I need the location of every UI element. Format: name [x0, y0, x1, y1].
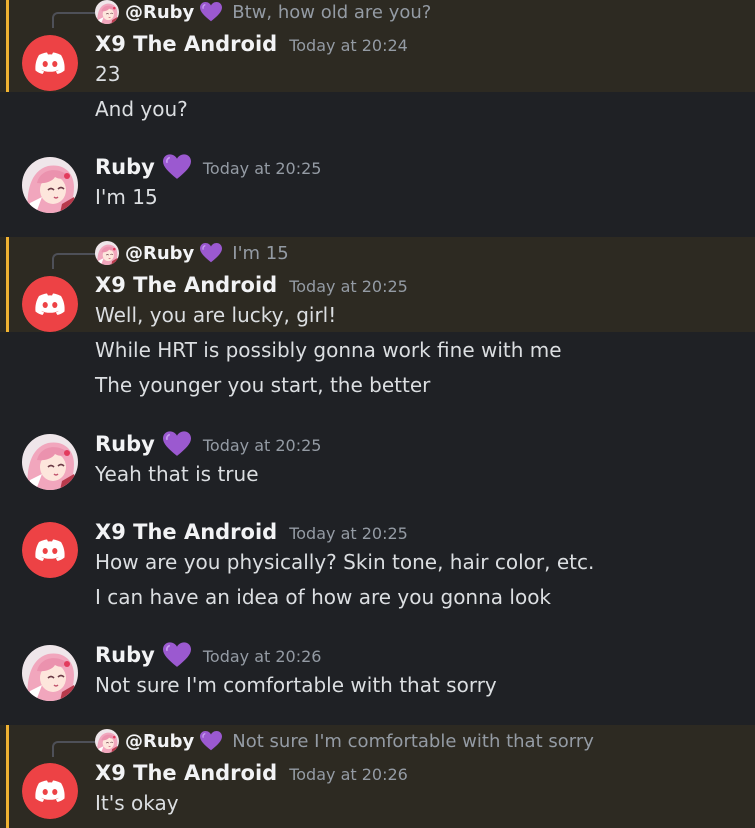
message-text: Well, you are lucky, girl! — [95, 303, 337, 327]
discord-logo-icon — [22, 522, 78, 578]
reply-preview[interactable]: @Ruby Btw, how old are you? — [95, 0, 431, 24]
discord-logo-icon — [22, 276, 78, 332]
ruby-avatar[interactable] — [22, 157, 78, 213]
author-name[interactable]: Ruby — [95, 432, 155, 456]
x9-avatar[interactable] — [22, 763, 78, 819]
reply-preview[interactable]: @Ruby I'm 15 — [95, 241, 289, 265]
message-text: The younger you start, the better — [95, 373, 431, 397]
ruby-avatar[interactable] — [22, 434, 78, 490]
x9-avatar[interactable] — [22, 522, 78, 578]
x9-avatar[interactable] — [22, 276, 78, 332]
reply-spine — [52, 253, 98, 269]
message-text: Yeah that is true — [95, 462, 259, 486]
timestamp[interactable]: Today at 20:25 — [289, 524, 408, 543]
timestamp[interactable]: Today at 20:26 — [289, 765, 408, 784]
message-header: Ruby Today at 20:26 — [95, 639, 321, 671]
reply-preview[interactable]: @Ruby Not sure I'm comfortable with that… — [95, 729, 594, 753]
x9-avatar[interactable] — [22, 35, 78, 91]
author-name[interactable]: X9 The Android — [95, 273, 277, 297]
author-name[interactable]: Ruby — [95, 643, 155, 667]
reply-spine — [52, 741, 98, 757]
purple-heart-icon — [200, 243, 222, 263]
reply-mention[interactable]: @Ruby — [125, 2, 194, 23]
purple-heart-icon — [163, 642, 191, 668]
discord-logo-icon — [22, 763, 78, 819]
reply-spine — [52, 12, 98, 28]
anime-girl-avatar — [22, 157, 78, 213]
author-name[interactable]: X9 The Android — [95, 761, 277, 785]
purple-heart-icon — [163, 431, 191, 457]
reply-text: Btw, how old are you? — [232, 1, 432, 23]
timestamp[interactable]: Today at 20:25 — [203, 436, 322, 455]
discord-logo-icon — [22, 35, 78, 91]
author-name[interactable]: X9 The Android — [95, 32, 277, 56]
message-header: X9 The Android Today at 20:24 — [95, 28, 408, 60]
message-text: How are you physically? Skin tone, hair … — [95, 550, 595, 574]
anime-girl-avatar — [22, 434, 78, 490]
timestamp[interactable]: Today at 20:24 — [289, 36, 408, 55]
timestamp[interactable]: Today at 20:25 — [203, 159, 322, 178]
reply-avatar — [95, 729, 119, 753]
message-text: While HRT is possibly gonna work fine wi… — [95, 338, 562, 362]
author-name[interactable]: Ruby — [95, 155, 155, 179]
message-text: And you? — [95, 97, 188, 121]
reply-text: Not sure I'm comfortable with that sorry — [232, 730, 594, 752]
author-name[interactable]: X9 The Android — [95, 520, 277, 544]
message-header: X9 The Android Today at 20:26 — [95, 757, 408, 789]
reply-mention[interactable]: @Ruby — [125, 731, 194, 752]
reply-avatar — [95, 241, 119, 265]
purple-heart-icon — [163, 154, 191, 180]
timestamp[interactable]: Today at 20:26 — [203, 647, 322, 666]
message-text: Not sure I'm comfortable with that sorry — [95, 673, 497, 697]
message-text: I can have an idea of how are you gonna … — [95, 585, 552, 609]
timestamp[interactable]: Today at 20:25 — [289, 277, 408, 296]
purple-heart-icon — [200, 2, 222, 22]
message-header: Ruby Today at 20:25 — [95, 428, 321, 460]
message-text: It's okay — [95, 791, 179, 815]
message-header: X9 The Android Today at 20:25 — [95, 269, 408, 301]
reply-avatar — [95, 0, 119, 24]
message-text: 23 — [95, 62, 121, 86]
message-text: I'm 15 — [95, 185, 158, 209]
reply-text: I'm 15 — [232, 242, 289, 264]
anime-girl-avatar — [22, 645, 78, 701]
message-header: X9 The Android Today at 20:25 — [95, 516, 408, 548]
ruby-avatar[interactable] — [22, 645, 78, 701]
purple-heart-icon — [200, 731, 222, 751]
message-header: Ruby Today at 20:25 — [95, 151, 321, 183]
reply-mention[interactable]: @Ruby — [125, 243, 194, 264]
